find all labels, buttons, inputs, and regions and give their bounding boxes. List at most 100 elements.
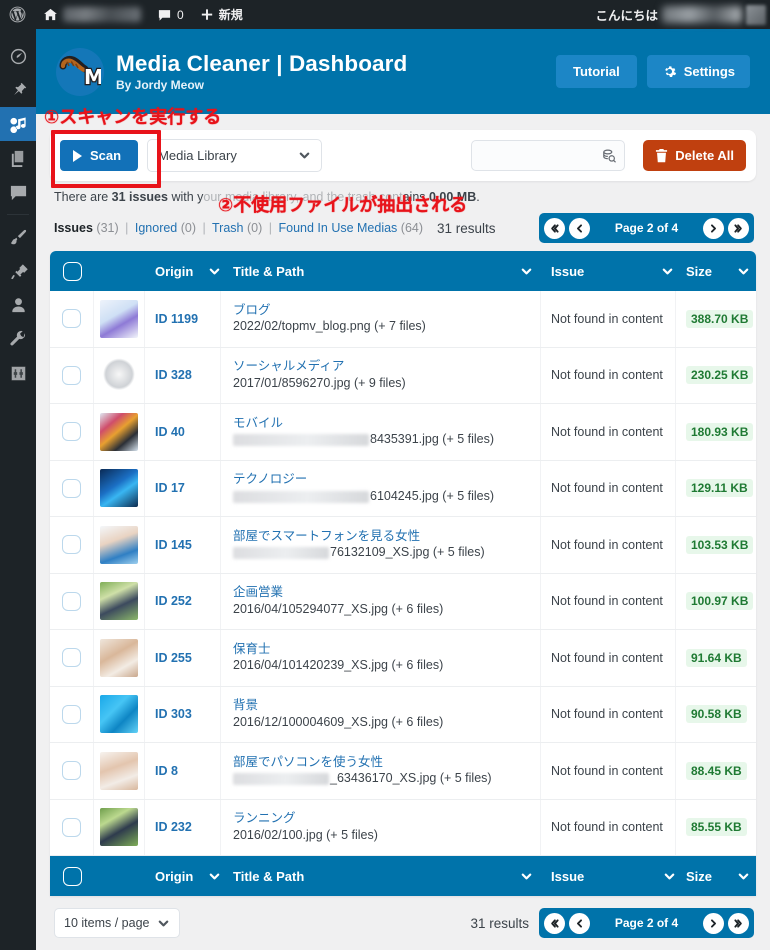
sidebar-item-posts[interactable] bbox=[0, 73, 36, 107]
table-row[interactable]: ID 252 企画営業 2016/04/105294077_XS.jpg (+ 6 … bbox=[50, 573, 756, 630]
next-page-button[interactable] bbox=[703, 217, 724, 239]
sidebar-item-appearance[interactable] bbox=[0, 220, 36, 254]
media-id-link[interactable]: ID 328 bbox=[155, 368, 192, 382]
row-select-cell[interactable] bbox=[50, 743, 94, 799]
media-title-link[interactable]: モバイル bbox=[233, 415, 494, 432]
column-header-size[interactable]: Size bbox=[676, 264, 756, 279]
sidebar-item-media[interactable] bbox=[0, 107, 36, 141]
scan-source-select[interactable]: Media Library bbox=[147, 139, 323, 172]
media-title-link[interactable]: ブログ bbox=[233, 302, 426, 319]
row-checkbox[interactable] bbox=[62, 365, 81, 385]
row-select-cell[interactable] bbox=[50, 686, 94, 742]
table-row[interactable]: ID 40 モバイル 8435391.jpg (+ 5 files) Not foun… bbox=[50, 404, 756, 461]
table-row[interactable]: ID 303 背景 2016/12/100004609_XS.jpg (+ 6 fi… bbox=[50, 686, 756, 743]
sidebar-item-tools[interactable] bbox=[0, 322, 36, 356]
column-footer-origin[interactable]: Origin bbox=[145, 869, 221, 884]
row-checkbox[interactable] bbox=[62, 648, 81, 668]
column-footer-title-path[interactable]: Title & Path bbox=[221, 869, 541, 884]
column-footer-size[interactable]: Size bbox=[676, 869, 756, 884]
settings-button[interactable]: Settings bbox=[646, 55, 750, 88]
media-id-link[interactable]: ID 145 bbox=[155, 538, 192, 552]
tutorial-button[interactable]: Tutorial bbox=[556, 55, 637, 88]
sidebar-item-users[interactable] bbox=[0, 288, 36, 322]
search-input[interactable] bbox=[481, 148, 602, 163]
media-id-link[interactable]: ID 252 bbox=[155, 594, 192, 608]
table-row[interactable]: ID 8 部屋でパソコンを使う女性 _63436170_XS.jpg (+ 5 fi… bbox=[50, 743, 756, 800]
media-title-link[interactable]: 企画営業 bbox=[233, 584, 443, 601]
row-checkbox[interactable] bbox=[62, 535, 81, 555]
prev-page-button-bottom[interactable] bbox=[569, 912, 590, 934]
media-title-link[interactable]: 保育士 bbox=[233, 641, 443, 658]
table-row[interactable]: ID 1199 ブログ 2022/02/topmv_blog.png (+ 7 fi… bbox=[50, 291, 756, 348]
sidebar-item-plugins[interactable] bbox=[0, 254, 36, 288]
tab-ignored[interactable]: Ignored bbox=[135, 221, 177, 235]
table-row[interactable]: ID 145 部屋でスマートフォンを見る女性 76132109_XS.jpg (+ … bbox=[50, 517, 756, 574]
row-checkbox[interactable] bbox=[62, 704, 81, 724]
row-select-cell[interactable] bbox=[50, 404, 94, 460]
media-id-link[interactable]: ID 303 bbox=[155, 707, 192, 721]
tab-found-in-use-medias[interactable]: Found In Use Medias bbox=[279, 221, 398, 235]
last-page-button[interactable] bbox=[728, 217, 749, 239]
row-checkbox[interactable] bbox=[62, 591, 81, 611]
column-header-issue[interactable]: Issue bbox=[541, 264, 676, 279]
first-page-button-bottom[interactable] bbox=[544, 912, 565, 934]
search-box[interactable] bbox=[471, 140, 626, 171]
media-id-link[interactable]: ID 40 bbox=[155, 425, 185, 439]
scan-button[interactable]: Scan bbox=[60, 140, 139, 171]
media-title-link[interactable]: ランニング bbox=[233, 810, 378, 827]
column-header-title-path[interactable]: Title & Path bbox=[221, 264, 541, 279]
row-select-cell[interactable] bbox=[50, 291, 94, 347]
media-id-link[interactable]: ID 8 bbox=[155, 764, 178, 778]
wp-logo-button[interactable] bbox=[0, 0, 35, 29]
delete-all-button[interactable]: Delete All bbox=[643, 140, 746, 171]
redacted-path-segment bbox=[233, 547, 329, 560]
media-title-link[interactable]: 部屋でスマートフォンを見る女性 bbox=[233, 528, 485, 545]
select-all-checkbox[interactable] bbox=[62, 261, 82, 281]
row-select-cell[interactable] bbox=[50, 630, 94, 686]
first-page-button[interactable] bbox=[544, 217, 565, 239]
select-all-header[interactable] bbox=[50, 261, 94, 281]
sidebar-item-pages[interactable] bbox=[0, 141, 36, 175]
issue-text: Not found in content bbox=[551, 650, 663, 665]
row-select-cell[interactable] bbox=[50, 347, 94, 403]
comments-bubble[interactable]: 0 bbox=[149, 0, 192, 29]
media-id-link[interactable]: ID 232 bbox=[155, 820, 192, 834]
table-row[interactable]: ID 255 保育士 2016/04/101420239_XS.jpg (+ 6 f… bbox=[50, 630, 756, 687]
row-select-cell[interactable] bbox=[50, 460, 94, 516]
per-page-select[interactable]: 10 items / page bbox=[54, 908, 181, 938]
table-row[interactable]: ID 328 ソーシャルメディア 2017/01/8596270.jpg (+ 9 … bbox=[50, 347, 756, 404]
new-content-button[interactable]: 新規 bbox=[192, 0, 251, 29]
prev-page-button[interactable] bbox=[569, 217, 590, 239]
row-select-cell[interactable] bbox=[50, 799, 94, 855]
media-id-link[interactable]: ID 1199 bbox=[155, 312, 198, 326]
media-id-link[interactable]: ID 255 bbox=[155, 651, 192, 665]
row-select-cell[interactable] bbox=[50, 517, 94, 573]
column-footer-issue[interactable]: Issue bbox=[541, 869, 676, 884]
row-checkbox[interactable] bbox=[62, 817, 81, 837]
sidebar-item-settings[interactable] bbox=[0, 356, 36, 390]
media-title-link[interactable]: 部屋でパソコンを使う女性 bbox=[233, 754, 492, 771]
row-select-cell[interactable] bbox=[50, 573, 94, 629]
next-page-button-bottom[interactable] bbox=[703, 912, 724, 934]
media-thumbnail bbox=[100, 525, 138, 564]
tab-trash[interactable]: Trash bbox=[212, 221, 244, 235]
sidebar-item-dashboard[interactable] bbox=[0, 39, 36, 73]
column-header-origin[interactable]: Origin bbox=[145, 264, 221, 279]
media-title-link[interactable]: テクノロジー bbox=[233, 471, 494, 488]
table-row[interactable]: ID 17 テクノロジー 6104245.jpg (+ 5 files) Not fo… bbox=[50, 460, 756, 517]
select-all-footer[interactable] bbox=[50, 866, 94, 886]
row-checkbox[interactable] bbox=[62, 309, 81, 329]
sidebar-item-comments[interactable] bbox=[0, 175, 36, 209]
tab-issues[interactable]: Issues bbox=[54, 221, 93, 235]
media-title-link[interactable]: 背景 bbox=[233, 697, 443, 714]
media-title-link[interactable]: ソーシャルメディア bbox=[233, 358, 406, 375]
last-page-button-bottom[interactable] bbox=[728, 912, 749, 934]
admin-bar-right[interactable]: こんにちは bbox=[595, 0, 770, 29]
table-row[interactable]: ID 232 ランニング 2016/02/100.jpg (+ 5 files) No… bbox=[50, 799, 756, 856]
media-id-link[interactable]: ID 17 bbox=[155, 481, 185, 495]
row-checkbox[interactable] bbox=[62, 478, 81, 498]
select-all-checkbox-footer[interactable] bbox=[62, 866, 82, 886]
row-checkbox[interactable] bbox=[62, 422, 81, 442]
row-checkbox[interactable] bbox=[62, 761, 81, 781]
site-name-menu[interactable] bbox=[35, 0, 149, 29]
